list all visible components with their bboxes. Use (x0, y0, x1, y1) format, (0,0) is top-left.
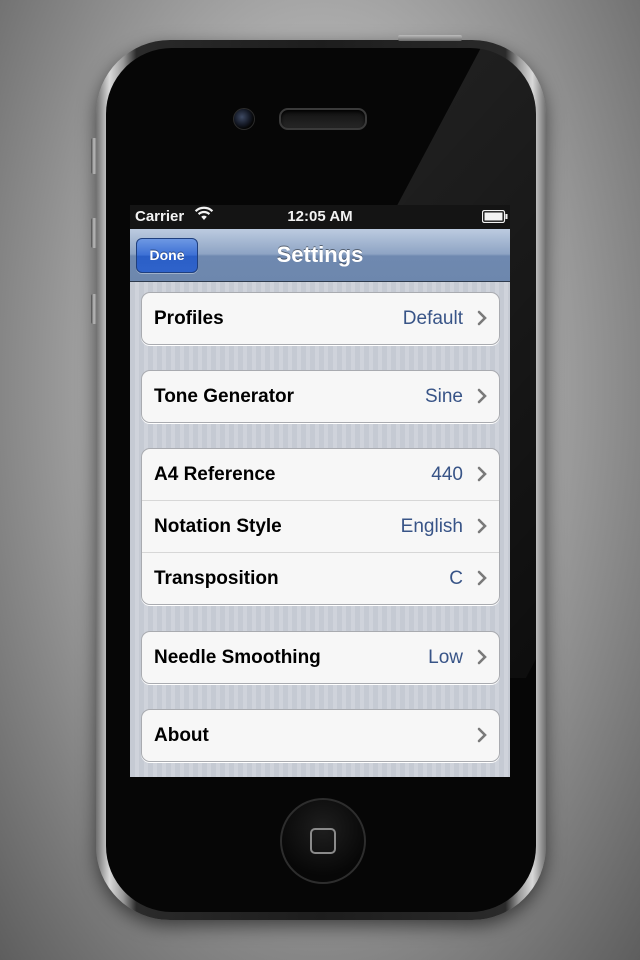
status-bar: Carrier 12:05 AM (130, 205, 510, 229)
chevron-right-icon (477, 518, 487, 539)
battery-icon (481, 209, 508, 227)
cell-a4-reference[interactable]: A4 Reference 440 (142, 449, 499, 500)
group-profiles: Profiles Default (141, 292, 500, 345)
cell-value: Low (428, 647, 463, 668)
cell-value: C (449, 568, 463, 589)
chevron-right-icon (477, 727, 487, 748)
navigation-bar: Done Settings (130, 229, 510, 282)
cell-label: About (154, 725, 209, 746)
group-about: About (141, 709, 500, 762)
cell-label: Profiles (154, 308, 224, 329)
cell-label: Tone Generator (154, 386, 295, 407)
mute-switch (91, 138, 97, 174)
power-button (398, 35, 462, 41)
status-time: 12:05 AM (287, 208, 353, 225)
cell-value: Default (402, 308, 463, 329)
cell-label: Transposition (154, 568, 279, 589)
home-square-icon (310, 828, 336, 854)
settings-table: Profiles Default Tone Generator Sine A4 … (130, 282, 510, 777)
cell-needle-smoothing[interactable]: Needle Smoothing Low (142, 632, 499, 683)
earpiece-speaker (279, 108, 367, 130)
home-button[interactable] (280, 798, 366, 884)
chevron-right-icon (477, 649, 487, 670)
cell-label: A4 Reference (154, 464, 276, 485)
cell-about[interactable]: About (142, 710, 499, 761)
cell-value: Sine (424, 386, 463, 407)
cell-transposition[interactable]: Transposition C (142, 552, 499, 604)
chevron-right-icon (477, 388, 487, 409)
group-tone: Tone Generator Sine (141, 370, 500, 423)
chevron-right-icon (477, 466, 487, 487)
chevron-right-icon (477, 570, 487, 591)
volume-down-button (91, 294, 97, 324)
cell-label: Needle Smoothing (154, 647, 321, 668)
volume-up-button (91, 218, 97, 248)
front-camera (233, 108, 255, 130)
cell-value: 440 (431, 464, 463, 485)
app-screen: Carrier 12:05 AM Done Settings Profiles (130, 205, 510, 777)
cell-value: English (400, 516, 463, 537)
cell-profiles[interactable]: Profiles Default (142, 293, 499, 344)
page-title: Settings (276, 242, 364, 267)
cell-label: Notation Style (154, 516, 282, 537)
cell-tone-generator[interactable]: Tone Generator Sine (142, 371, 499, 422)
chevron-right-icon (477, 310, 487, 331)
cell-notation-style[interactable]: Notation Style English (142, 500, 499, 552)
group-needle: Needle Smoothing Low (141, 631, 500, 684)
group-tuning: A4 Reference 440 Notation Style English … (141, 448, 500, 605)
